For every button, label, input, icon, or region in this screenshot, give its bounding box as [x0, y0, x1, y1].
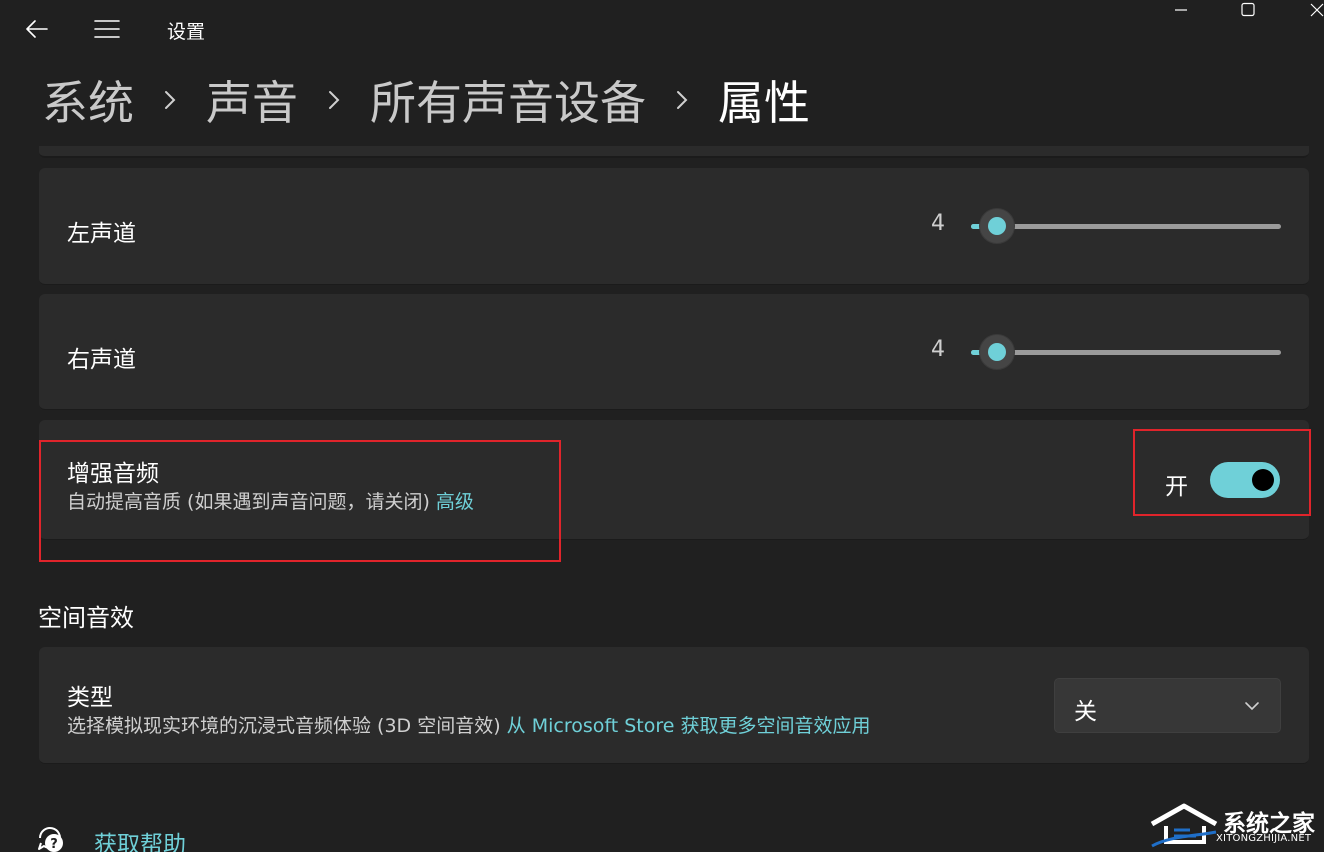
breadcrumb-separator	[298, 68, 370, 132]
close-icon	[1310, 3, 1324, 17]
spatial-sound-header: 空间音效	[38, 604, 134, 632]
spatial-type-card: 类型 选择模拟现实环境的沉浸式音频体验 (3D 空间音效) 从 Microsof…	[39, 647, 1309, 764]
highlight-box-toggle	[1133, 429, 1311, 516]
chevron-right-icon	[677, 91, 688, 109]
microsoft-store-link[interactable]: 从 Microsoft Store 获取更多空间音效应用	[507, 715, 871, 737]
slider-track[interactable]	[971, 224, 1281, 229]
chevron-down-icon	[1245, 702, 1259, 711]
highlight-box-enhance-text	[39, 440, 561, 562]
breadcrumb: 系统 声音 所有声音设备 属性	[42, 68, 810, 132]
get-help[interactable]: ? 获取帮助	[36, 822, 186, 852]
back-arrow-icon	[26, 20, 48, 38]
breadcrumb-item-properties: 属性	[718, 76, 810, 130]
site-watermark: 系统之家 XITONGZHIJIA.NET	[1146, 798, 1316, 852]
svg-text:?: ?	[50, 837, 58, 852]
hamburger-menu-icon	[94, 20, 120, 38]
spatial-type-title: 类型	[67, 685, 113, 711]
right-channel-card: 右声道 4	[39, 294, 1309, 410]
slider-thumb[interactable]	[979, 208, 1015, 244]
get-help-label[interactable]: 获取帮助	[94, 825, 186, 852]
close-window-button[interactable]	[1300, 0, 1324, 22]
right-channel-value: 4	[931, 337, 945, 362]
breadcrumb-item-system[interactable]: 系统	[42, 67, 134, 133]
right-channel-slider[interactable]: 4	[931, 332, 1281, 372]
left-channel-value: 4	[931, 211, 945, 236]
breadcrumb-separator	[646, 68, 718, 132]
minimize-button[interactable]	[1164, 0, 1198, 22]
slider-thumb[interactable]	[979, 334, 1015, 370]
breadcrumb-item-all-sound-devices[interactable]: 所有声音设备	[370, 67, 646, 133]
right-channel-label: 右声道	[67, 347, 136, 373]
watermark-url: XITONGZHIJIA.NET	[1216, 833, 1312, 844]
left-channel-card: 左声道 4	[39, 168, 1309, 285]
house-logo-icon	[1150, 803, 1218, 848]
dropdown-selected-value: 关	[1074, 699, 1097, 725]
left-channel-label: 左声道	[67, 221, 136, 247]
maximize-icon	[1241, 2, 1255, 17]
minimize-icon	[1175, 9, 1187, 11]
breadcrumb-separator	[134, 68, 206, 132]
chevron-right-icon	[165, 91, 176, 109]
breadcrumb-item-sound[interactable]: 声音	[206, 67, 298, 133]
spatial-type-description-text: 选择模拟现实环境的沉浸式音频体验 (3D 空间音效)	[67, 715, 501, 737]
chevron-right-icon	[329, 91, 340, 109]
maximize-button[interactable]	[1231, 0, 1265, 22]
spatial-type-dropdown[interactable]: 关	[1054, 678, 1281, 733]
slider-track[interactable]	[971, 350, 1281, 355]
previous-card-edge	[39, 146, 1309, 158]
help-chat-icon: ?	[38, 827, 63, 852]
app-title: 设置	[167, 21, 206, 43]
navigation-menu-button[interactable]	[90, 12, 124, 46]
left-channel-slider[interactable]: 4	[931, 206, 1281, 246]
back-button[interactable]	[20, 12, 54, 46]
spatial-type-description: 选择模拟现实环境的沉浸式音频体验 (3D 空间音效) 从 Microsoft S…	[67, 711, 870, 738]
title-bar: 设置	[0, 0, 1324, 58]
